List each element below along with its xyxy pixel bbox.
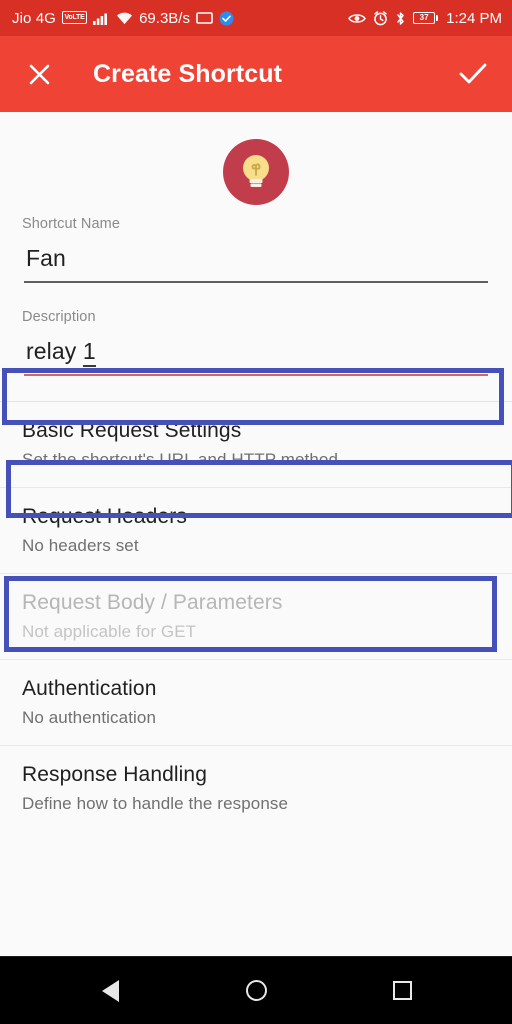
- list-item-subtitle: No authentication: [22, 707, 157, 727]
- close-x-icon[interactable]: [22, 57, 56, 91]
- alarm-clock-icon: [373, 10, 388, 26]
- description-label: Description: [22, 308, 96, 325]
- list-item-request-headers[interactable]: Request Headers No headers set: [0, 487, 512, 574]
- list-item-subtitle: No headers set: [22, 535, 139, 555]
- phone-screen: Jio 4G VoLTE 69.3B/s 37 1:24 PM Create S…: [0, 0, 512, 1024]
- back-triangle-shape: [101, 979, 119, 1002]
- battery-tip: [436, 15, 439, 21]
- carrier-label: Jio 4G: [12, 9, 56, 27]
- status-bar-right: 37 1:24 PM: [348, 10, 502, 27]
- bluetooth-icon: [395, 11, 406, 26]
- clock-label: 1:24 PM: [446, 9, 502, 27]
- recents-square-shape: [392, 981, 412, 1000]
- description-underline: [24, 373, 488, 376]
- light-bulb-icon[interactable]: [223, 139, 289, 205]
- description-composing-text: 1: [82, 337, 96, 367]
- list-item-title: Basic Request Settings: [22, 418, 242, 442]
- network-speed-label: 69.3B/s: [139, 9, 190, 27]
- list-item-authentication[interactable]: Authentication No authentication: [0, 659, 512, 746]
- content-area: Shortcut Name Fan Description relay 1 Ba…: [0, 112, 512, 956]
- back-triangle-icon[interactable]: [88, 969, 132, 1013]
- list-item-subtitle: Set the shortcut's URL and HTTP method: [22, 449, 339, 469]
- list-item-subtitle: Define how to handle the response: [22, 793, 289, 813]
- volte-badge: VoLTE: [61, 10, 88, 24]
- screencast-icon: [196, 11, 213, 25]
- home-circle-icon[interactable]: [234, 969, 278, 1013]
- status-bar: Jio 4G VoLTE 69.3B/s 37 1:24 PM: [0, 0, 512, 36]
- battery-level-label: 37: [413, 12, 436, 24]
- description-text: relay: [26, 337, 83, 364]
- description-field[interactable]: relay 1: [22, 332, 490, 382]
- page-title: Create Shortcut: [93, 59, 283, 88]
- list-item-title: Authentication: [22, 676, 157, 700]
- list-item-title: Response Handling: [22, 762, 207, 786]
- description-value[interactable]: relay 1: [22, 332, 490, 374]
- settings-list: Basic Request Settings Set the shortcut'…: [0, 400, 512, 831]
- home-circle-shape: [245, 980, 267, 1001]
- app-bar: Create Shortcut: [0, 36, 512, 112]
- list-item-subtitle: Not applicable for GET: [22, 621, 197, 641]
- list-item-title: Request Headers: [22, 504, 187, 528]
- list-item-basic-request-settings[interactable]: Basic Request Settings Set the shortcut'…: [0, 401, 512, 488]
- sync-badge-icon: [219, 11, 234, 26]
- shortcut-name-underline: [24, 281, 488, 283]
- shortcut-name-field[interactable]: Fan: [22, 239, 490, 289]
- signal-bars-icon: [93, 11, 110, 25]
- checkmark-icon[interactable]: [456, 57, 490, 91]
- shortcut-name-value[interactable]: Fan: [22, 239, 490, 281]
- android-nav-bar: [0, 956, 512, 1024]
- status-bar-left: Jio 4G VoLTE 69.3B/s: [12, 10, 348, 27]
- shortcut-name-label: Shortcut Name: [22, 216, 121, 232]
- battery-icon: 37: [413, 12, 439, 24]
- list-item-title: Request Body / Parameters: [22, 590, 283, 614]
- wifi-icon: [116, 11, 133, 25]
- list-item-response-handling[interactable]: Response Handling Define how to handle t…: [0, 745, 512, 831]
- form-area: Shortcut Name Fan Description relay 1: [0, 216, 512, 382]
- list-item-request-body-parameters: Request Body / Parameters Not applicable…: [0, 573, 512, 660]
- shortcut-icon-area: [0, 112, 512, 216]
- eye-icon: [348, 12, 367, 25]
- recents-square-icon[interactable]: [380, 969, 424, 1013]
